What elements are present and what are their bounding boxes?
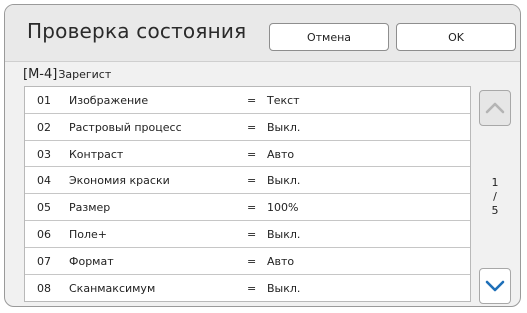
row-equals: = bbox=[247, 120, 257, 134]
page-title: Проверка состояния bbox=[27, 19, 247, 43]
list-item[interactable]: 04 Экономия краски = Выкл. bbox=[25, 167, 470, 195]
row-number: 04 bbox=[37, 174, 51, 188]
row-number: 05 bbox=[37, 201, 51, 215]
row-equals: = bbox=[247, 174, 257, 188]
row-number: 03 bbox=[37, 147, 51, 161]
row-equals: = bbox=[247, 281, 257, 295]
row-label: Растровый процесс bbox=[69, 120, 182, 134]
row-number: 08 bbox=[37, 281, 51, 295]
row-label: Поле+ bbox=[69, 227, 108, 241]
list-item[interactable]: 07 Формат = Авто bbox=[25, 248, 470, 275]
scroll-down-button[interactable] bbox=[479, 268, 511, 304]
ok-button[interactable]: OK bbox=[396, 23, 516, 51]
cancel-button[interactable]: Отмена bbox=[269, 23, 389, 51]
row-value: Выкл. bbox=[267, 227, 301, 241]
row-number: 07 bbox=[37, 254, 51, 268]
page-separator: / bbox=[493, 190, 497, 203]
section-header: [M-4] Зарегист bbox=[23, 67, 111, 87]
row-value: Выкл. bbox=[267, 281, 301, 295]
row-value: Авто bbox=[267, 147, 295, 161]
list-item[interactable]: 08 Сканмаксимум = Выкл. bbox=[25, 275, 470, 302]
row-value: Выкл. bbox=[267, 120, 301, 134]
list-item[interactable]: 05 Размер = 100% bbox=[25, 194, 470, 221]
list-item[interactable]: 03 Контраст = Авто bbox=[25, 141, 470, 168]
row-equals: = bbox=[247, 254, 257, 268]
section-code: [M-4] bbox=[23, 67, 58, 82]
row-equals: = bbox=[247, 227, 257, 241]
page-indicator: 1 / 5 bbox=[483, 176, 507, 218]
row-value: 100% bbox=[267, 201, 299, 215]
row-label: Размер bbox=[69, 201, 111, 215]
row-value: Текст bbox=[267, 94, 300, 107]
list-item[interactable]: 06 Поле+ = Выкл. bbox=[25, 221, 470, 248]
scroll-up-button[interactable] bbox=[479, 90, 511, 126]
settings-list: 01 Изображение = Текст 02 Растровый проц… bbox=[24, 86, 471, 303]
row-number: 02 bbox=[37, 120, 51, 134]
row-value: Выкл. bbox=[267, 174, 301, 188]
row-equals: = bbox=[247, 94, 257, 107]
chevron-up-icon bbox=[485, 99, 505, 118]
list-item[interactable]: 01 Изображение = Текст bbox=[25, 87, 470, 114]
row-label: Экономия краски bbox=[69, 174, 170, 188]
row-equals: = bbox=[247, 147, 257, 161]
row-number: 06 bbox=[37, 227, 51, 241]
chevron-down-icon bbox=[485, 277, 505, 296]
row-equals: = bbox=[247, 201, 257, 215]
page-current: 1 bbox=[491, 176, 499, 189]
section-name: Зарегист bbox=[58, 68, 112, 81]
list-item[interactable]: 02 Растровый процесс = Выкл. bbox=[25, 114, 470, 141]
row-label: Сканмаксимум bbox=[69, 281, 156, 295]
row-label: Формат bbox=[69, 254, 114, 268]
page-total: 5 bbox=[491, 204, 499, 217]
row-number: 01 bbox=[37, 94, 51, 107]
row-label: Изображение bbox=[69, 94, 149, 107]
row-value: Авто bbox=[267, 254, 295, 268]
row-label: Контраст bbox=[69, 147, 124, 161]
dialog-header: Проверка состояния Отмена OK bbox=[5, 5, 520, 62]
